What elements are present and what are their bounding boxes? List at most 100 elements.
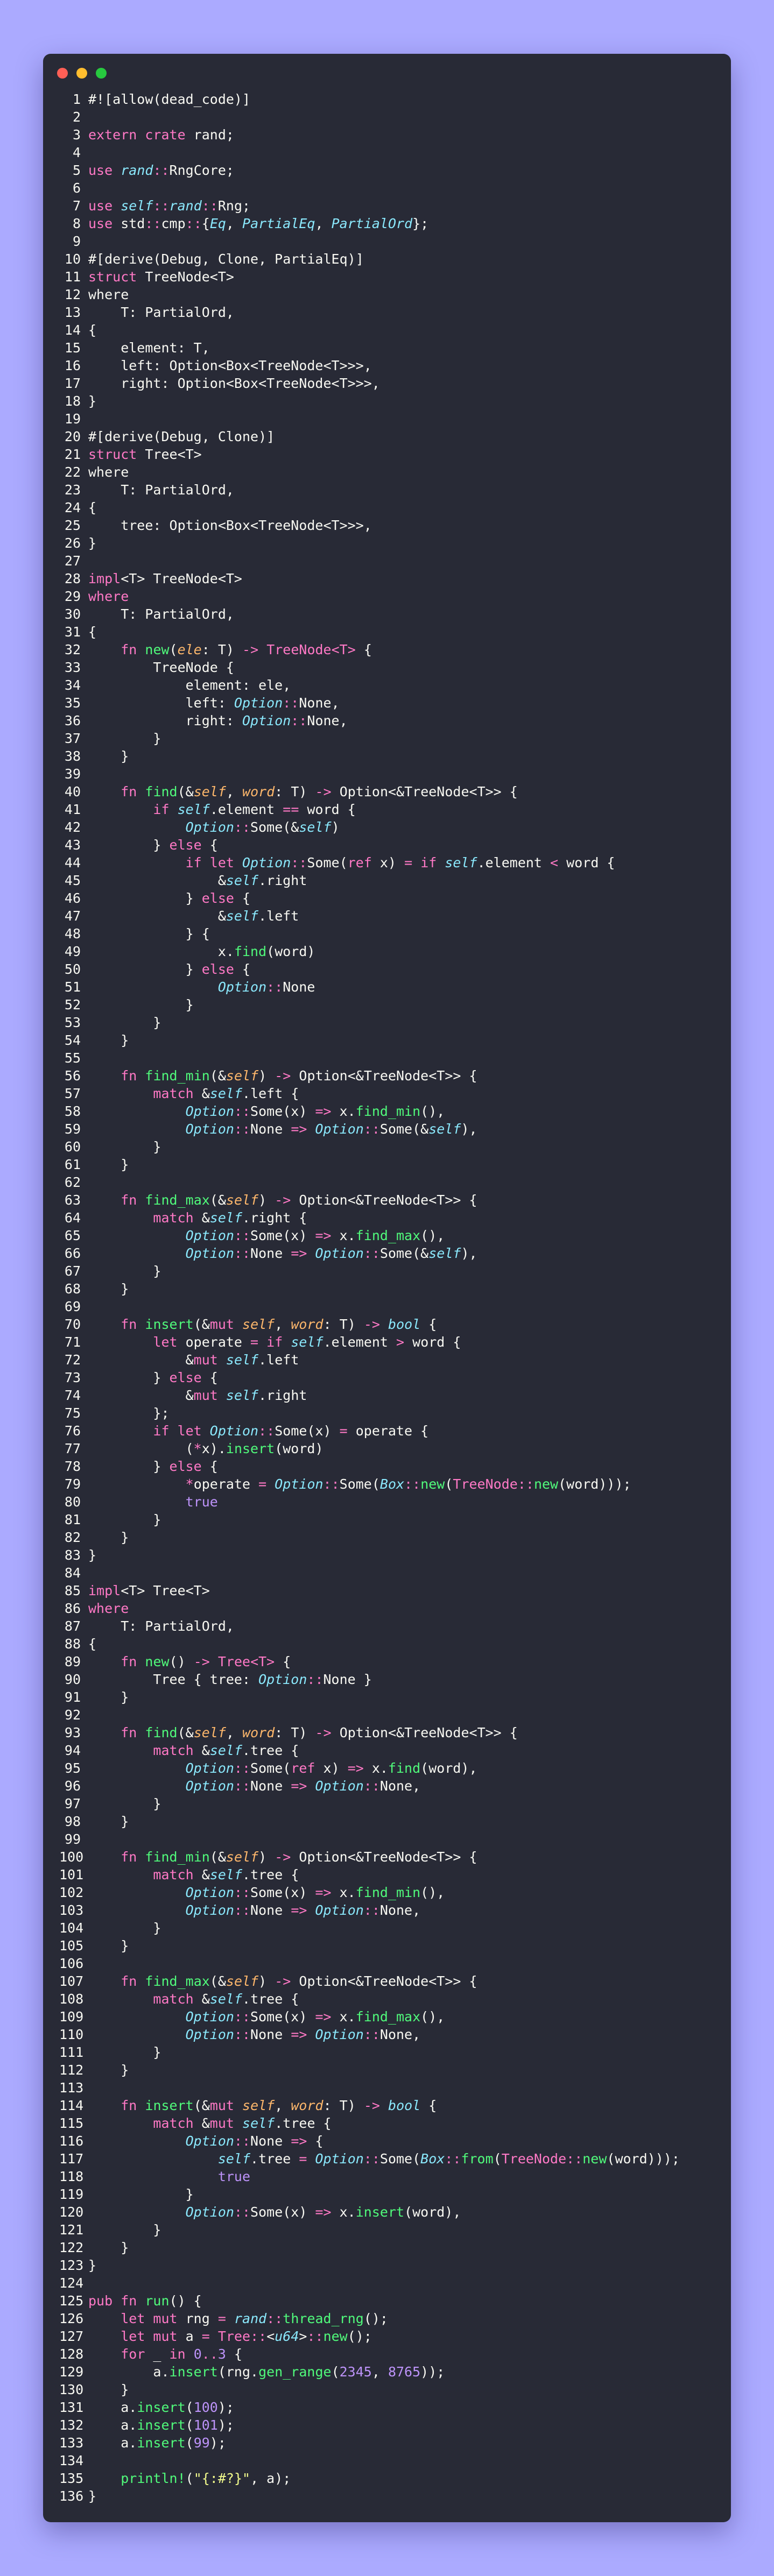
code-token: word xyxy=(291,2098,323,2113)
code-token: else xyxy=(169,1370,202,1385)
code-token: , xyxy=(275,2098,291,2113)
code-token: :: xyxy=(266,979,283,995)
line-number: 66 xyxy=(64,1245,81,1261)
line-number: 36 xyxy=(64,713,81,728)
code-token: Option xyxy=(185,2133,234,2149)
code-line: 123} xyxy=(59,2256,721,2274)
line-number: 132 xyxy=(59,2417,84,2433)
code-token: where xyxy=(88,589,129,604)
code-token: mut xyxy=(193,1352,218,1368)
code-token: :: xyxy=(234,1902,251,1918)
line-number: 26 xyxy=(64,535,81,551)
line-number: 53 xyxy=(64,1015,81,1030)
code-token: Some(x) xyxy=(250,2204,315,2220)
code-token: new xyxy=(582,2151,607,2167)
code-line: 76 if let Option::Some(x) = operate { xyxy=(59,1422,721,1440)
code-token: <T> Tree<T> xyxy=(121,1583,210,1598)
code-token: match xyxy=(153,2115,194,2131)
code-token: Option xyxy=(185,1121,234,1137)
code-token: std xyxy=(112,216,145,231)
code-token: } xyxy=(88,2382,129,2397)
code-token: } xyxy=(88,1689,129,1705)
code-line: 5 use rand::RngCore; xyxy=(59,161,721,179)
code-token: Tree xyxy=(217,2329,251,2344)
code-line: 43 } else { xyxy=(59,836,721,854)
code-token: } xyxy=(88,393,97,409)
code-token: 2345 xyxy=(339,2364,372,2380)
code-line: 12 where xyxy=(59,286,721,303)
code-token: } xyxy=(88,748,129,764)
code-token: => xyxy=(315,2009,332,2025)
code-token: None } xyxy=(323,1672,372,1687)
maximize-dot-icon[interactable] xyxy=(96,68,107,79)
code-token: :: xyxy=(323,1476,340,1492)
code-token: fn xyxy=(121,1654,137,1669)
code-token: } xyxy=(88,1157,129,1172)
code-token: -> xyxy=(193,1654,210,1669)
code-token: :: xyxy=(234,2133,251,2149)
code-line: 20 #[derive(Debug, Clone)] xyxy=(59,428,721,445)
code-line: 53 } xyxy=(59,1014,721,1031)
code-token: self xyxy=(242,1317,275,1332)
minimize-dot-icon[interactable] xyxy=(76,68,87,79)
code-token: , xyxy=(371,2364,388,2380)
line-number: 45 xyxy=(64,873,81,888)
line-number: 104 xyxy=(59,1920,84,1936)
code-token: ); xyxy=(217,2417,234,2433)
code-token: } xyxy=(88,1139,161,1155)
code-token: 3 xyxy=(217,2346,226,2362)
line-number: 88 xyxy=(64,1636,81,1652)
code-token: Box xyxy=(379,1476,405,1492)
line-number: 81 xyxy=(64,1512,81,1527)
code-token: :: xyxy=(234,1245,251,1261)
code-token: new xyxy=(323,2329,348,2344)
code-line: 126 let mut rng = rand::thread_rng(); xyxy=(59,2310,721,2327)
code-token: self xyxy=(226,1849,259,1865)
code-token: Option xyxy=(209,1423,259,1439)
line-number: 126 xyxy=(59,2311,84,2326)
code-line: 112 } xyxy=(59,2061,721,2079)
code-token: word { xyxy=(299,802,356,817)
line-number: 65 xyxy=(64,1228,81,1243)
line-number: 14 xyxy=(64,322,81,338)
code-token: } xyxy=(88,1796,161,1811)
code-token: find_min xyxy=(145,1068,210,1084)
line-number: 122 xyxy=(59,2240,84,2255)
line-number: 12 xyxy=(64,287,81,302)
line-number: 101 xyxy=(59,1867,84,1883)
line-number: 113 xyxy=(59,2080,84,2096)
line-number: 47 xyxy=(64,908,81,924)
code-token: self xyxy=(445,855,477,871)
code-line: 125 pub fn run() { xyxy=(59,2292,721,2310)
line-number: 110 xyxy=(59,2027,84,2042)
code-line: 56 fn find_min(&self) -> Option<&TreeNod… xyxy=(59,1067,721,1085)
code-line: 41 if self.element == word { xyxy=(59,801,721,818)
code-line: 11 struct TreeNode<T> xyxy=(59,268,721,286)
code-token: :: xyxy=(404,1476,421,1492)
code-line: 113 xyxy=(59,2079,721,2097)
line-number: 64 xyxy=(64,1210,81,1226)
code-line: 33 TreeNode { xyxy=(59,659,721,676)
line-number: 127 xyxy=(59,2329,84,2344)
code-token: : T) xyxy=(323,1317,364,1332)
code-token: .. xyxy=(201,2346,218,2362)
close-dot-icon[interactable] xyxy=(57,68,68,79)
code-token: bool xyxy=(388,2098,421,2113)
code-token: Eq xyxy=(209,216,226,231)
line-number: 52 xyxy=(64,997,81,1013)
code-token: run xyxy=(145,2293,170,2309)
code-token: x. xyxy=(331,1885,356,1900)
code-token: , xyxy=(226,216,243,231)
code-token: None xyxy=(250,1902,291,1918)
